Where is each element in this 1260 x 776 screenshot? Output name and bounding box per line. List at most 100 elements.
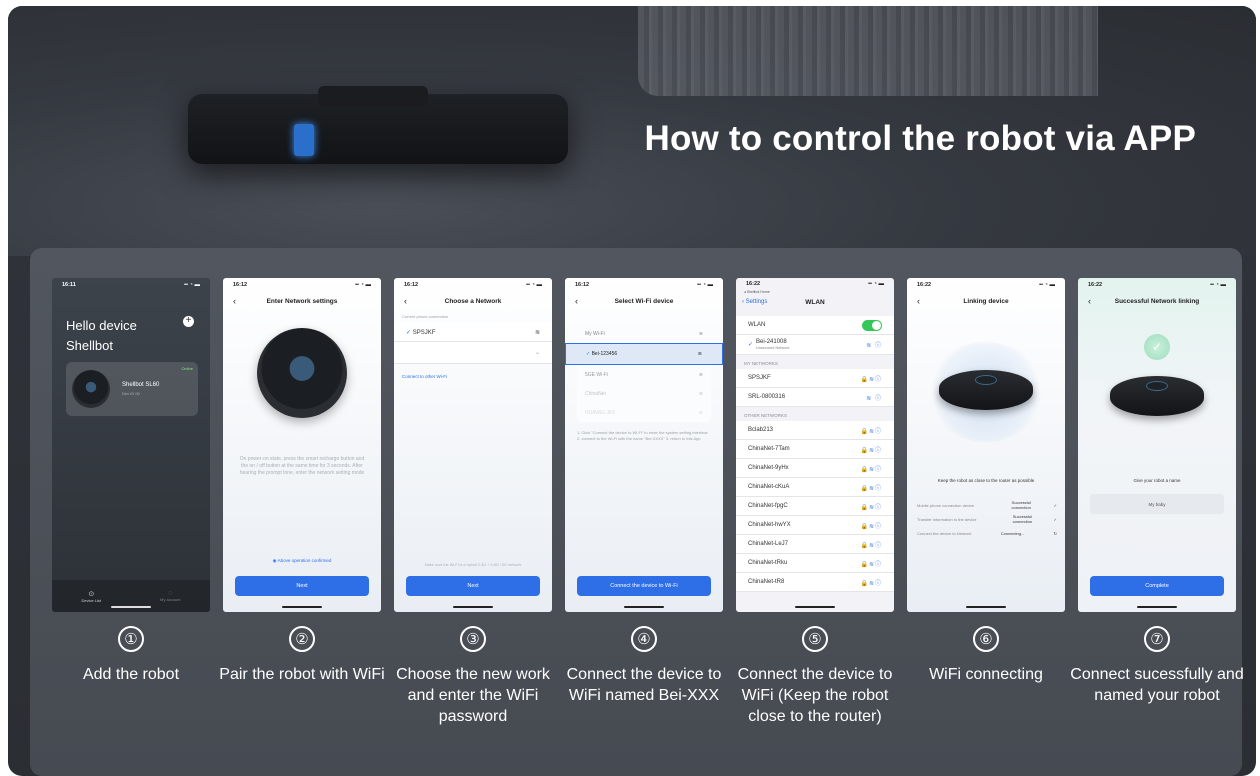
device-card[interactable]: Shellbot SL60 Dev ID 00 Online: [66, 362, 198, 416]
settings-back-link[interactable]: ‹ Settings: [742, 299, 767, 305]
network-name: SRL-0800316: [748, 394, 786, 400]
next-button[interactable]: Next: [235, 576, 369, 596]
online-badge: Online: [181, 366, 193, 371]
wifi-device-list: My Wi-Fi ≋ ✓ Bei-123456 ≋ 5GE Wi-Fi ≋ China…: [565, 324, 723, 422]
robot-name-input[interactable]: My baby: [1090, 494, 1224, 514]
network-name: ChinaNet-fpgC: [748, 503, 788, 509]
confirm-checkbox[interactable]: ◉ Above operation confirmed: [223, 558, 381, 564]
back-icon[interactable]: ‹: [404, 296, 407, 306]
network-row[interactable]: ChinaNet-9yHx 🔒≋ⓘ: [736, 459, 894, 478]
wifi-icon: ≋: [698, 330, 703, 337]
screen-title: WLAN: [805, 298, 825, 306]
phone-screen-5: 16:22 ▪▪ ◔ ▬ ◂ Shellbot Home ‹ Settings WL…: [736, 278, 894, 612]
status-icons: ▪▪ ◔ ▬: [526, 282, 542, 288]
tab-device-list[interactable]: ⊙ Device List: [81, 590, 101, 603]
password-field[interactable]: ⌄: [394, 342, 552, 364]
network-name: ChinaNet-7Tam: [748, 446, 790, 452]
status-time: 16:11: [62, 282, 76, 288]
robot-thumbnail: [72, 370, 110, 408]
name-prompt: Give your robot a name: [1133, 478, 1181, 483]
step-number: ①: [118, 626, 144, 652]
step-number: ③: [460, 626, 486, 652]
lock-wifi-info-icon: 🔒≋ⓘ: [860, 523, 882, 530]
settings-label: Settings: [745, 299, 768, 305]
network-row[interactable]: ✓ SPSJKF ≋: [394, 323, 552, 342]
check-icon: ✓: [748, 342, 754, 348]
spinner-icon: ↻: [1053, 530, 1057, 536]
progress-row: Connect the device to Network Connecting.…: [917, 526, 1057, 540]
complete-button[interactable]: Complete: [1090, 576, 1224, 596]
step-caption: Connect sucessfully and named your robot: [1070, 666, 1244, 704]
device-name: Shellbot SL60: [122, 382, 160, 388]
network-row[interactable]: ChinaNet-cKuA 🔒≋ⓘ: [736, 478, 894, 497]
add-device-button[interactable]: +: [183, 316, 194, 327]
robot-photo: [188, 86, 568, 164]
wlan-toggle[interactable]: [862, 319, 882, 331]
wifi-list-item[interactable]: HUAWEI-JKF ≋: [577, 403, 711, 422]
step-number: ⑤: [802, 626, 828, 652]
network-row[interactable]: ChinaNet-7Tam 🔒≋ⓘ: [736, 440, 894, 459]
wifi-name: Bei-123456: [591, 351, 618, 357]
step-number: ⑦: [1144, 626, 1170, 652]
instruction-text: 1. Click "Connect the device to Wi-Fi" t…: [577, 430, 708, 441]
wifi-list-item[interactable]: 5GE Wi-Fi ≋: [577, 365, 711, 384]
other-wifi-link[interactable]: Connect to other Wi-Fi: [394, 364, 552, 389]
step-caption: Add the robot: [82, 666, 180, 683]
screen-title: Choose a Network: [444, 297, 502, 305]
status-icons: ▪▪ ◔ ▬: [1039, 282, 1055, 288]
robot-image: [939, 370, 1033, 410]
status-icons: ▪▪ ◔ ▬: [184, 282, 200, 288]
network-row[interactable]: Bclab213 🔒≋ⓘ: [736, 421, 894, 440]
wifi-list-item[interactable]: ChinaNet ≋: [577, 384, 711, 403]
network-row[interactable]: SRL-0800316 ≋ ⓘ: [736, 388, 894, 407]
status-time: 16:12: [233, 282, 248, 288]
step-4: 16:12 ▪▪ ◔ ▬ ‹ Select Wi-Fi device My Wi-F…: [565, 278, 723, 706]
progress-row: Mobile phone connection device Successful…: [917, 498, 1057, 512]
tab-my-account-label: My account: [160, 597, 181, 602]
step-caption: Connect the device to WiFi named Bei-XXX: [566, 666, 722, 704]
hint-text: Keep the robot as close to the router as…: [937, 478, 1035, 483]
status-time: 16:12: [404, 282, 419, 288]
screen-title: Select Wi-Fi device: [614, 297, 674, 305]
network-row[interactable]: ChinaNet-LeJ7 🔒≋ⓘ: [736, 535, 894, 554]
network-name: ChinaNet-9yHx: [748, 465, 789, 471]
network-name: ChinaNet-cKuA: [748, 484, 790, 490]
next-button[interactable]: Next: [406, 576, 540, 596]
screen-title: Linking device: [963, 297, 1009, 305]
back-icon[interactable]: ‹: [917, 296, 920, 306]
status-time: 16:22: [917, 282, 932, 288]
network-name: ChinaNet-tRku: [748, 560, 788, 566]
wifi-list-item[interactable]: My Wi-Fi ≋: [577, 324, 711, 343]
lock-wifi-info-icon: 🔒≋ⓘ: [860, 542, 882, 549]
status-icons: ▪▪ ◔ ▬: [697, 282, 713, 288]
back-icon[interactable]: ‹: [1088, 296, 1091, 306]
note-text: Make sure the Wi-Fi is a hybrid 2.4G + 5…: [424, 563, 522, 567]
wifi-list-item-selected[interactable]: ✓ Bei-123456 ≋: [565, 343, 723, 365]
back-icon[interactable]: ‹: [575, 296, 578, 306]
connect-wifi-button[interactable]: Connect the device to Wi-Fi: [577, 576, 711, 596]
wifi-icon: ≋: [697, 351, 702, 357]
network-row[interactable]: ChinaNet-fpgC 🔒≋ⓘ: [736, 497, 894, 516]
lock-wifi-info-icon: 🔒≋ⓘ: [860, 561, 882, 568]
tab-my-account[interactable]: ◌ My account: [160, 590, 180, 602]
status-time: 16:12: [575, 282, 590, 288]
status-time: 16:22: [1088, 282, 1103, 288]
step-3: 16:12 ▪▪ ◔ ▬ ‹ Choose a Network Current ph…: [394, 278, 552, 727]
home-indicator: [624, 605, 664, 608]
robot-image: [1110, 376, 1204, 416]
network-row[interactable]: ChinaNet-hwYX 🔒≋ⓘ: [736, 516, 894, 535]
network-row[interactable]: ChinaNet-tR8 🔒≋ⓘ: [736, 573, 894, 592]
my-networks-header: MY NETWORKS: [744, 361, 778, 366]
home-indicator: [111, 605, 151, 608]
network-row[interactable]: ChinaNet-tRku 🔒≋ⓘ: [736, 554, 894, 573]
headline: How to control the robot via APP: [644, 119, 1196, 158]
back-icon[interactable]: ‹: [233, 296, 236, 306]
instruction-text: On power-on state, press the smart recha…: [239, 456, 365, 476]
steps-panel: 16:11 ▪▪ ◔ ▬ Hello device Shellbot + Shel…: [30, 248, 1244, 776]
robot-image: [257, 328, 347, 418]
current-network-sub: Unsecured Network: [756, 345, 790, 350]
wifi-info-icon[interactable]: ≋ ⓘ: [866, 340, 882, 349]
network-row[interactable]: SPSJKF 🔒≋ⓘ: [736, 369, 894, 388]
current-network-row[interactable]: ✓ Bei-241008 Unsecured Network ≋ ⓘ: [736, 335, 894, 355]
phone-screen-6: 16:22 ▪▪ ◔ ▬ ‹ Linking device Keep the rob…: [907, 278, 1065, 612]
